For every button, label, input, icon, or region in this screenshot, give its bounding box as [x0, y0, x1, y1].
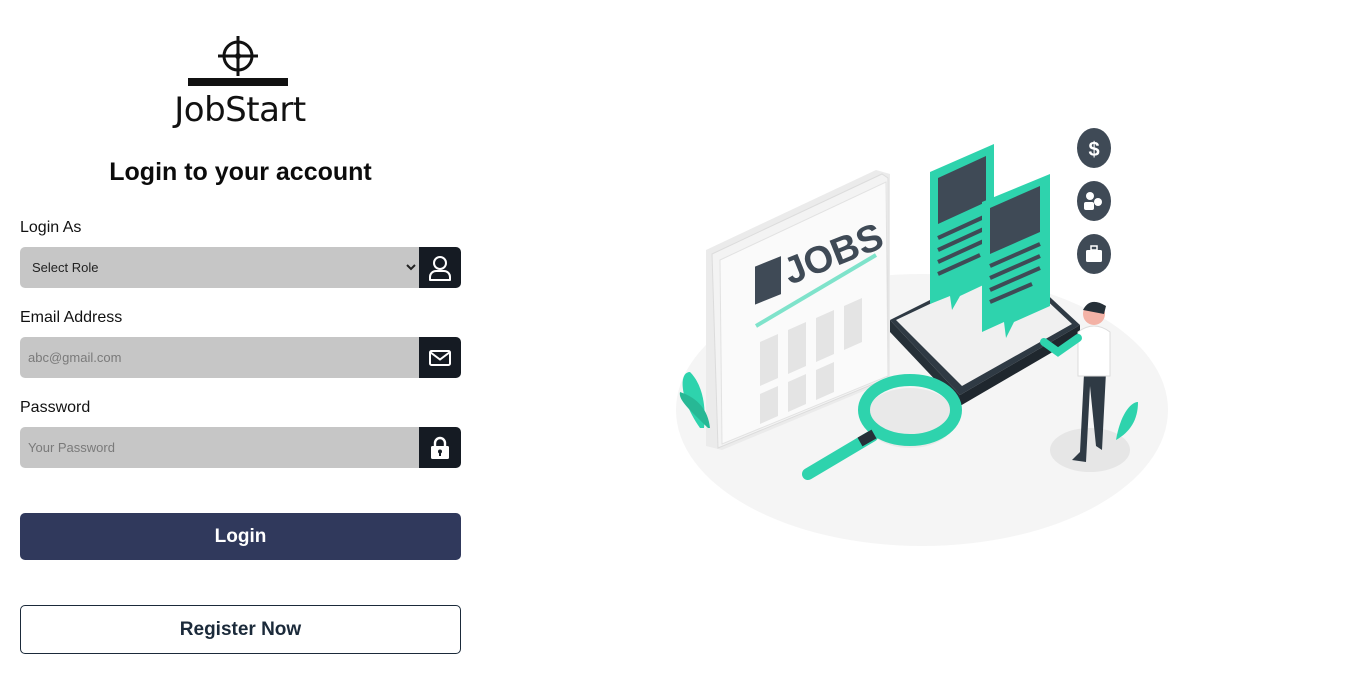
password-icon-box: [419, 427, 461, 468]
people-icon: [1077, 181, 1111, 221]
password-field: [20, 427, 461, 468]
role-select[interactable]: Select Role: [20, 247, 419, 288]
jobs-illustration-art: JOBS $: [676, 128, 1168, 546]
crosshair-logo-icon: [188, 36, 288, 86]
svg-text:$: $: [1088, 139, 1099, 161]
page-title: Login to your account: [109, 158, 372, 186]
password-input[interactable]: [20, 427, 419, 468]
role-field: Select Role: [20, 247, 461, 288]
mail-icon: [429, 349, 451, 366]
login-button[interactable]: Login: [20, 513, 461, 560]
login-panel: JobStart Login to your account Login As …: [20, 0, 461, 677]
role-icon-box: [419, 247, 461, 288]
email-icon-box: [419, 337, 461, 378]
brand-name: JobStart: [174, 90, 306, 130]
email-label: Email Address: [20, 309, 123, 326]
email-field: [20, 337, 461, 378]
email-input[interactable]: [20, 337, 419, 378]
dollar-icon: $: [1077, 128, 1111, 168]
password-label: Password: [20, 399, 91, 416]
briefcase-icon: [1077, 234, 1111, 274]
register-button[interactable]: Register Now: [20, 605, 461, 654]
lock-icon: [431, 436, 449, 459]
jobs-illustration: JOBS $: [660, 110, 1180, 560]
brand-logo: JobStart: [170, 36, 310, 132]
role-label: Login As: [20, 219, 82, 236]
user-icon: [429, 255, 451, 281]
